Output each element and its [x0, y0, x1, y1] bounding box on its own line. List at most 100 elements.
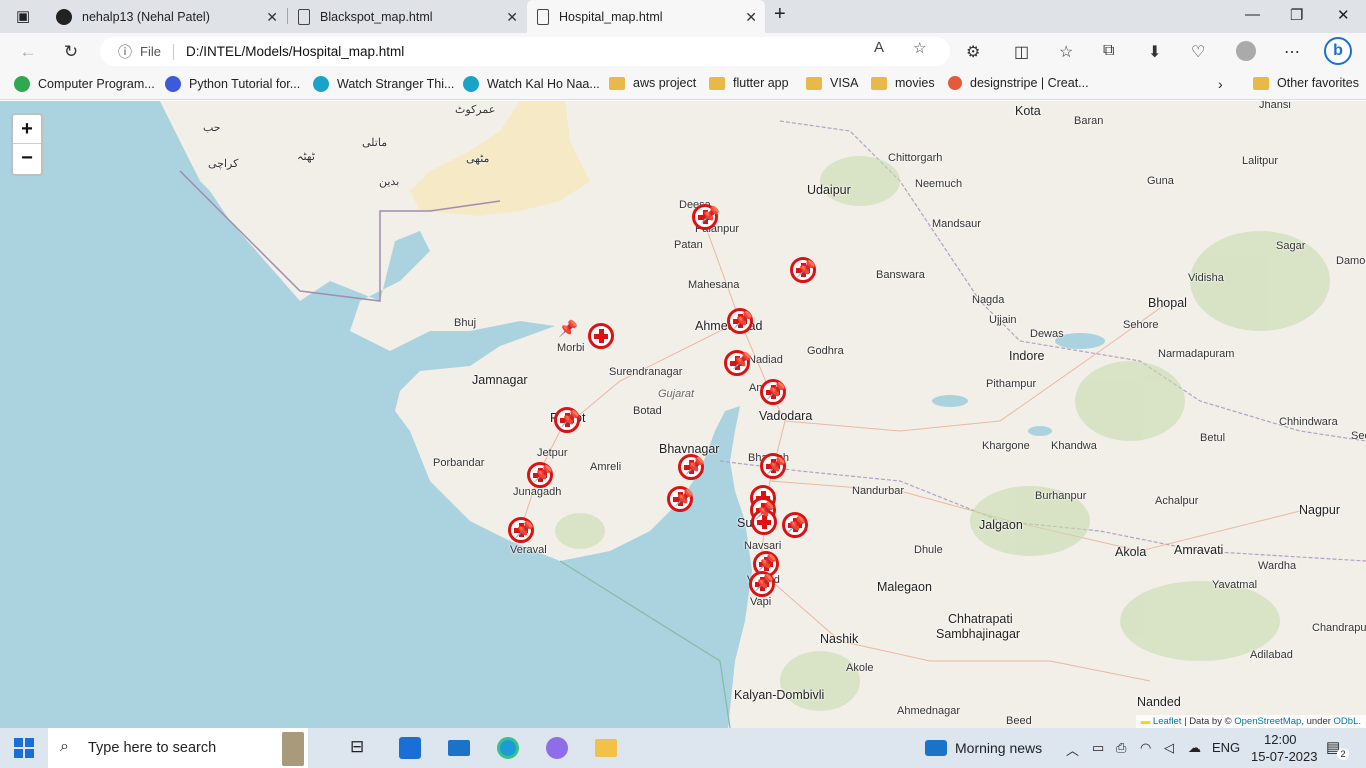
favorite-item[interactable]: designstripe | Creat... [948, 76, 1089, 90]
task-view-icon[interactable]: ⊟ [350, 737, 372, 759]
tab-blackspot-map[interactable]: Blackspot_map.html ✕ [288, 0, 526, 33]
pushpin-icon[interactable]: 📌 [732, 351, 752, 371]
favorite-folder[interactable]: VISA [806, 76, 859, 90]
map-label: Amreli [590, 461, 622, 473]
favorite-folder[interactable]: movies [871, 76, 935, 90]
favorite-item[interactable]: Watch Stranger Thi... [313, 76, 454, 92]
map-label: Burhanpur [1035, 490, 1087, 502]
language-indicator[interactable]: ENG [1212, 740, 1240, 755]
profile-avatar[interactable] [1236, 41, 1256, 61]
favorite-item[interactable]: Watch Kal Ho Naa... [463, 76, 600, 92]
favorite-item[interactable]: Python Tutorial for... [165, 76, 300, 92]
file-explorer-icon[interactable] [595, 739, 617, 757]
map-label: Guna [1147, 175, 1174, 187]
pushpin-icon[interactable]: 📌 [514, 520, 534, 540]
pushpin-icon[interactable]: 📌 [766, 456, 786, 476]
tab-github[interactable]: nehalp13 (Nehal Patel) ✕ [46, 0, 286, 33]
url-box[interactable]: ⓘ File D:/INTEL/Models/Hospital_map.html [100, 37, 950, 66]
windows-start-icon[interactable] [14, 738, 36, 760]
edge-icon[interactable] [497, 737, 519, 759]
extensions-icon[interactable]: ⚙ [966, 42, 980, 62]
weather-news-text[interactable]: Morning news [955, 740, 1042, 756]
pushpin-icon[interactable]: 📌 [558, 319, 578, 339]
pushpin-icon[interactable]: 📌 [754, 573, 774, 593]
close-window-button[interactable]: ✕ [1337, 6, 1350, 24]
close-icon[interactable]: ✕ [266, 9, 278, 26]
tab-label: nehalp13 (Nehal Patel) [82, 9, 210, 24]
favorite-label: movies [895, 76, 935, 90]
pushpin-icon[interactable]: 📌 [560, 409, 580, 429]
map-label: عمرکوٹ [455, 104, 496, 116]
favorite-folder[interactable]: flutter app [709, 76, 789, 90]
read-aloud-icon[interactable]: A [874, 39, 884, 56]
wifi-icon[interactable]: ◠ [1140, 740, 1151, 756]
pushpin-icon[interactable]: 📌 [786, 515, 806, 535]
news-widget-icon[interactable] [925, 740, 947, 756]
pushpin-icon[interactable]: 📌 [766, 381, 786, 401]
restore-button[interactable]: ❐ [1290, 6, 1303, 24]
osm-link[interactable]: OpenStreetMap [1234, 716, 1301, 727]
map-label: Neemuch [915, 178, 963, 190]
copilot-icon[interactable] [546, 737, 568, 759]
map-label: مٹھی [466, 153, 490, 165]
pushpin-icon[interactable]: 📌 [685, 456, 705, 476]
zoom-out-button[interactable]: − [13, 144, 41, 173]
map-label: Patan [674, 239, 703, 251]
tab-label: Hospital_map.html [559, 9, 663, 24]
split-screen-icon[interactable]: ◫ [1014, 42, 1029, 62]
store-icon[interactable] [399, 737, 421, 759]
bing-icon[interactable]: b [1324, 37, 1352, 65]
meet-now-icon[interactable]: ⎙ [1116, 740, 1126, 756]
cloud-icon[interactable]: ☁ [1188, 740, 1201, 756]
map-label: Mahesana [688, 279, 740, 291]
taskbar-search[interactable]: ⌕ Type here to search [48, 728, 308, 768]
battery-icon[interactable]: ▭ [1092, 740, 1104, 756]
favorite-label: Computer Program... [38, 77, 155, 91]
refresh-button[interactable]: ↻ [60, 41, 82, 63]
chevron-right-icon[interactable]: › [1218, 76, 1223, 92]
favorite-item[interactable]: Computer Program... [14, 76, 155, 92]
pushpin-icon[interactable]: 📌 [796, 259, 816, 279]
back-button[interactable]: ← [17, 41, 39, 63]
clock-time[interactable]: 12:00 [1264, 732, 1297, 747]
pushpin-icon[interactable]: 📌 [700, 205, 720, 225]
map-label: بدین [379, 176, 400, 188]
map-label: Porbandar [433, 457, 485, 469]
collections-icon[interactable]: ⧉ [1103, 42, 1114, 60]
favorite-folder[interactable]: aws project [609, 76, 696, 90]
map-label: Akola [1115, 545, 1147, 559]
pushpin-icon[interactable]: 📌 [755, 501, 775, 521]
minimize-button[interactable]: — [1245, 6, 1260, 23]
downloads-icon[interactable]: ⬇ [1148, 42, 1161, 62]
favorite-star-icon[interactable]: ☆ [913, 39, 926, 57]
info-icon[interactable]: ⓘ [118, 42, 132, 62]
map-label: Achalpur [1155, 495, 1199, 507]
pushpin-icon[interactable]: 📌 [733, 310, 753, 330]
pushpin-icon[interactable]: 📌 [757, 553, 777, 573]
pushpin-icon[interactable]: 📌 [674, 488, 694, 508]
volume-icon[interactable]: ◁ [1164, 740, 1174, 756]
zoom-in-button[interactable]: + [13, 115, 41, 144]
folder-icon [609, 76, 625, 90]
url-text[interactable]: D:/INTEL/Models/Hospital_map.html [186, 44, 404, 59]
mail-icon[interactable] [448, 740, 470, 756]
performance-icon[interactable]: ♡ [1191, 42, 1205, 62]
leaflet-link[interactable]: Leaflet [1153, 716, 1182, 727]
chevron-up-icon[interactable]: ︿ [1066, 740, 1079, 759]
map-label: Dewas [1030, 328, 1064, 340]
tab-actions-icon[interactable]: ▣ [16, 7, 30, 25]
odbl-link[interactable]: ODbL. [1334, 716, 1361, 727]
map-view[interactable]: + − عمرکوٹ حب ٹھٹہ ماتلی کراچی بدین مٹھی… [0, 101, 1366, 728]
favorites-icon[interactable]: ☆ [1059, 42, 1073, 62]
hospital-marker[interactable] [588, 323, 614, 349]
tab-hospital-map[interactable]: Hospital_map.html ✕ [527, 0, 765, 33]
favorite-folder[interactable]: Other favorites [1253, 76, 1359, 90]
new-tab-button[interactable]: + [774, 3, 786, 26]
close-icon[interactable]: ✕ [506, 9, 518, 26]
more-menu-icon[interactable]: ⋯ [1284, 42, 1300, 62]
pushpin-icon[interactable]: 📌 [533, 464, 553, 484]
map-label: Wardha [1258, 560, 1297, 572]
map-label: Jamnagar [472, 373, 528, 387]
close-icon[interactable]: ✕ [745, 9, 757, 26]
clock-date[interactable]: 15-07-2023 [1251, 749, 1318, 764]
